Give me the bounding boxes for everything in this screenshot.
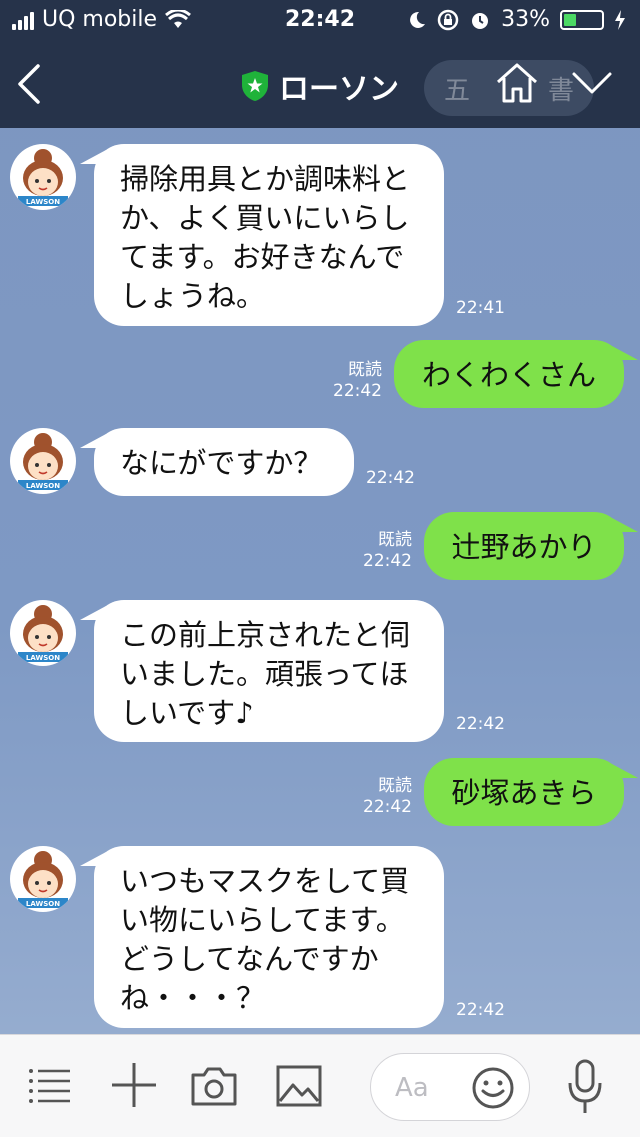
message-line: いつもマスクをして買 xyxy=(120,864,410,898)
message-line: か、よく買いにいらし xyxy=(120,201,410,235)
message-time: 22:41 xyxy=(456,298,505,318)
status-right: 33% xyxy=(407,7,626,32)
image-icon[interactable] xyxy=(276,1065,322,1107)
battery-icon xyxy=(560,9,604,30)
message-line: なにがですか？ xyxy=(120,446,323,480)
camera-icon[interactable] xyxy=(190,1065,238,1107)
alarm-icon xyxy=(472,12,489,29)
verified-shield-icon xyxy=(242,71,268,101)
message-time: 22:42 xyxy=(363,797,412,817)
message-line: しょうね。 xyxy=(120,279,266,313)
avatar-label: LAWSON xyxy=(26,900,60,908)
charging-icon xyxy=(615,9,625,30)
message-text: 砂塚あきら xyxy=(451,776,597,810)
message-line: ね・・・？ xyxy=(120,981,266,1015)
menu-icon[interactable] xyxy=(28,1067,72,1107)
message-line: 掃除用具とか調味料と xyxy=(120,162,411,196)
message-bubble-incoming[interactable]: いつもマスクをして買 い物にいらしてます。 どうしてなんですか ね・・・？ xyxy=(80,846,444,1028)
read-receipt: 既読 22:42 xyxy=(350,776,412,818)
message-time: 22:42 xyxy=(366,468,415,488)
message-time: 22:42 xyxy=(363,551,412,571)
avatar-label: LAWSON xyxy=(26,198,60,206)
read-label: 既読 xyxy=(348,360,382,380)
emoji-icon[interactable] xyxy=(471,1066,515,1110)
message-bubble-outgoing[interactable]: わくわくさん xyxy=(394,340,638,408)
message-line: てます。お好きなんで xyxy=(120,240,405,274)
moon-icon xyxy=(410,11,426,28)
read-label: 既読 xyxy=(378,776,412,796)
input-bar xyxy=(0,1034,640,1137)
message-text: 辻野あかり xyxy=(451,530,597,564)
read-label: 既読 xyxy=(378,530,412,550)
message-bubble-outgoing[interactable]: 砂塚あきら xyxy=(424,758,638,826)
read-receipt: 既読 22:42 xyxy=(320,360,382,402)
plus-icon[interactable] xyxy=(110,1061,158,1109)
message-text: わくわくさん xyxy=(421,358,596,392)
message-bubble-incoming[interactable]: なにがですか？ xyxy=(80,428,354,496)
avatar[interactable]: LAWSON xyxy=(10,144,76,210)
read-receipt: 既読 22:42 xyxy=(350,530,412,572)
message-line: しいです♪ xyxy=(120,696,254,730)
message-input[interactable] xyxy=(370,1053,530,1121)
avatar-character-icon: LAWSON xyxy=(18,605,68,662)
microphone-icon[interactable] xyxy=(566,1059,604,1115)
chevron-down-icon[interactable] xyxy=(570,68,614,98)
home-icon[interactable] xyxy=(494,60,540,106)
chat-title: ローソン xyxy=(279,72,399,107)
avatar-character-icon: LAWSON xyxy=(18,149,68,206)
chat-header: 五 書 ローソン xyxy=(0,40,640,128)
message-time: 22:42 xyxy=(456,1000,505,1020)
message-line: い物にいらしてます。 xyxy=(120,903,405,937)
chat-title-group[interactable]: ローソン xyxy=(0,64,640,108)
avatar-character-icon: LAWSON xyxy=(18,433,68,490)
message-bubble-incoming[interactable]: この前上京されたと伺 いました。頑張ってほ しいです♪ xyxy=(80,600,444,742)
avatar-label: LAWSON xyxy=(26,654,60,662)
message-line: どうしてなんですか xyxy=(120,942,379,976)
message-bubble-outgoing[interactable]: 辻野あかり xyxy=(424,512,638,580)
status-bar: UQ mobile 22:42 33% xyxy=(0,0,640,40)
orientation-lock-icon xyxy=(437,9,459,30)
message-text-field[interactable] xyxy=(393,1068,467,1108)
avatar[interactable]: LAWSON xyxy=(10,846,76,912)
chat-area[interactable]: LAWSON 掃除用具とか調味料と か、よく買いにいらし てます。お好きなんで … xyxy=(0,128,640,1034)
avatar-character-icon: LAWSON xyxy=(18,851,68,908)
message-bubble-incoming[interactable]: 掃除用具とか調味料と か、よく買いにいらし てます。お好きなんで しょうね。 xyxy=(80,144,444,326)
message-line: いました。頑張ってほ xyxy=(120,657,409,691)
avatar[interactable]: LAWSON xyxy=(10,600,76,666)
message-line: この前上京されたと伺 xyxy=(120,618,411,652)
avatar-label: LAWSON xyxy=(26,482,60,490)
message-time: 22:42 xyxy=(333,381,382,401)
message-time: 22:42 xyxy=(456,714,505,734)
battery-percent: 33% xyxy=(501,7,550,32)
avatar[interactable]: LAWSON xyxy=(10,428,76,494)
